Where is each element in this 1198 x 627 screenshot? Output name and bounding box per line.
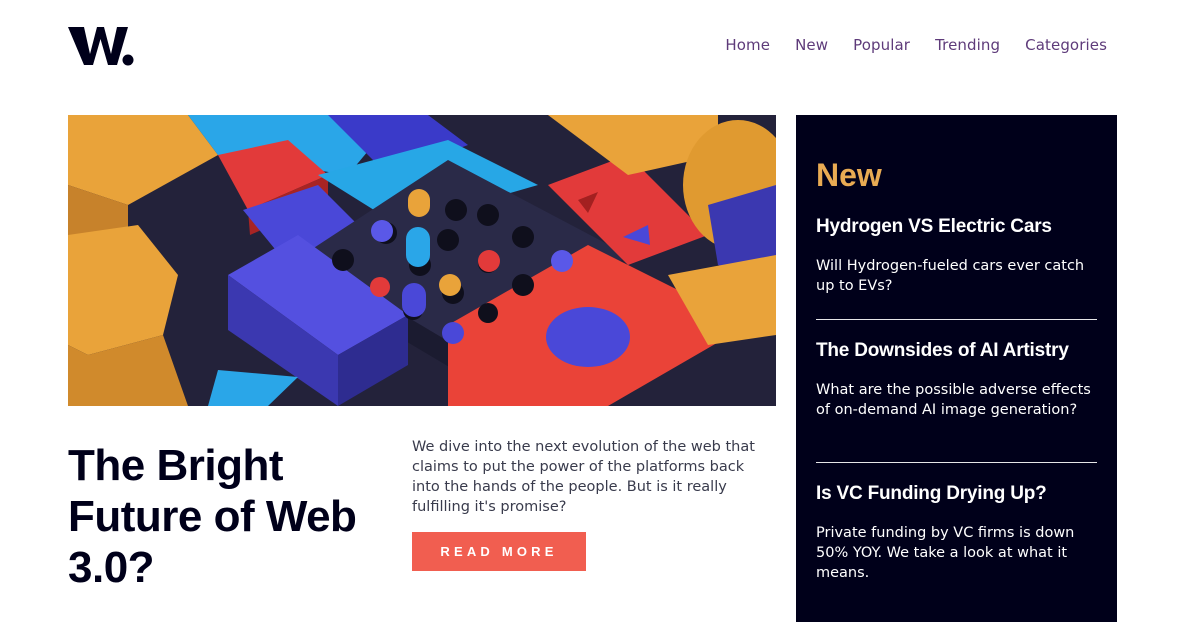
article-summary: We dive into the next evolution of the w… — [412, 439, 755, 515]
logo[interactable] — [68, 24, 134, 68]
sidebar-article-title[interactable]: Hydrogen VS Electric Cars — [816, 215, 1097, 239]
sidebar-article: Is VC Funding Drying Up? Private funding… — [816, 482, 1097, 583]
logo-mark — [68, 27, 134, 66]
hero-image — [68, 115, 776, 406]
read-more-button[interactable]: READ MORE — [412, 532, 586, 571]
sidebar-article: The Downsides of AI Artistry What are th… — [816, 339, 1097, 420]
sidebar-article-description: Will Hydrogen-fueled cars ever catch up … — [816, 258, 1085, 294]
sidebar-article-description: What are the possible adverse effects of… — [816, 382, 1091, 418]
nav-home[interactable]: Home — [725, 36, 770, 54]
nav-trending[interactable]: Trending — [935, 36, 1000, 54]
sidebar-article: Hydrogen VS Electric Cars Will Hydrogen-… — [816, 215, 1097, 296]
sidebar-heading: New — [816, 157, 882, 193]
sidebar-article-title[interactable]: Is VC Funding Drying Up? — [816, 482, 1097, 506]
nav-categories[interactable]: Categories — [1025, 36, 1107, 54]
sidebar-article-title[interactable]: The Downsides of AI Artistry — [816, 339, 1097, 363]
sidebar-divider — [816, 319, 1097, 320]
article-title[interactable]: The Bright Future of Web 3.0? — [68, 440, 368, 593]
main-nav: Home New Popular Trending Categories — [725, 36, 1107, 54]
sidebar-divider — [816, 462, 1097, 463]
nav-new[interactable]: New — [795, 36, 828, 54]
sidebar-article-description: Private funding by VC firms is down 50% … — [816, 525, 1075, 581]
nav-popular[interactable]: Popular — [853, 36, 910, 54]
new-articles-sidebar: New Hydrogen VS Electric Cars Will Hydro… — [796, 115, 1117, 622]
